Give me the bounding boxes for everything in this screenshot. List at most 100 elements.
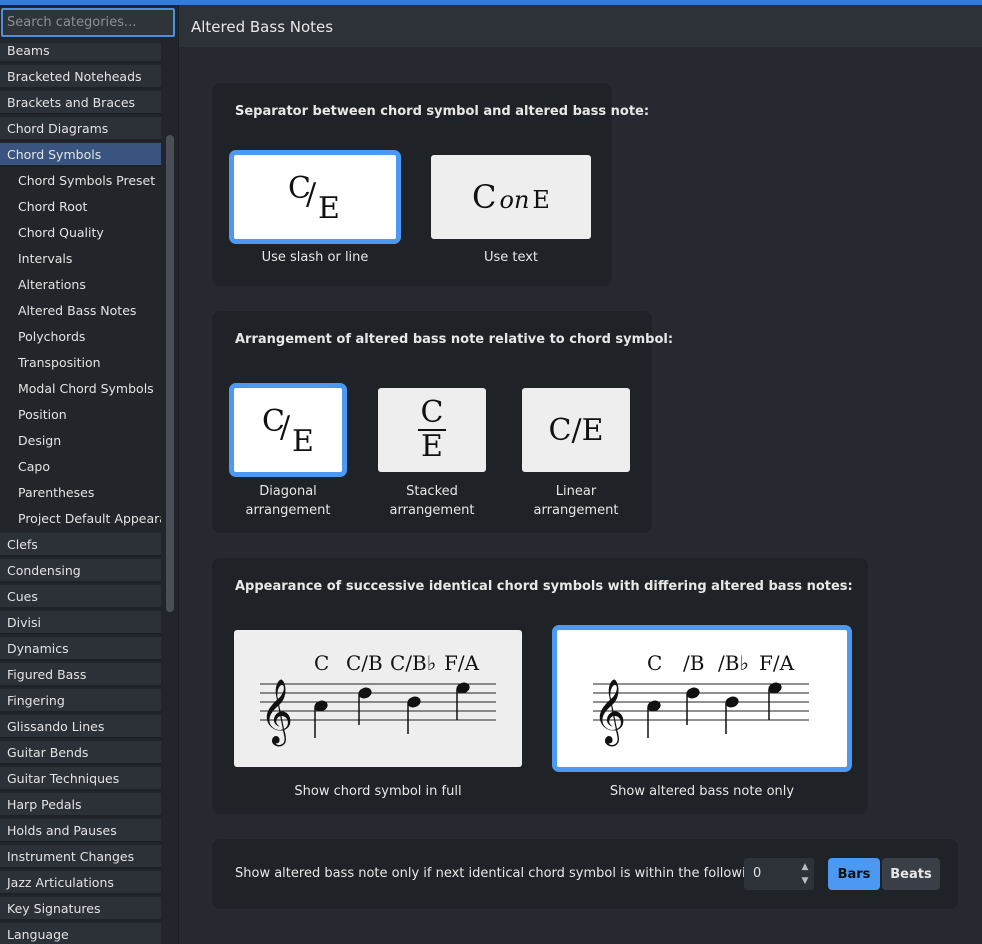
diagonal-example-bass: E (292, 424, 314, 459)
option-use-text[interactable]: C on E (431, 155, 591, 239)
main-content: Altered Bass Notes Separator between cho… (179, 5, 982, 944)
sidebar-item-guitar-techniques[interactable]: Guitar Techniques (0, 767, 161, 791)
sidebar-item-parentheses[interactable]: Parentheses (0, 481, 161, 505)
sidebar-item-project-default-appearan[interactable]: Project Default Appearan... (0, 507, 161, 531)
sidebar-item-chord-symbols[interactable]: Chord Symbols (0, 143, 161, 167)
threshold-label: Show altered bass note only if next iden… (235, 866, 767, 881)
slash-diagonal-example: C / E (280, 167, 350, 227)
category-list: Beams Bracketed Noteheads Brackets and Bra… (0, 43, 163, 944)
option-use-slash-or-line[interactable]: C / E (229, 150, 401, 244)
sidebar-item-beams[interactable]: Beams (0, 43, 161, 63)
threshold-value-spinbox[interactable]: 0 ▲ ▼ (744, 858, 814, 890)
sidebar-item-altered-bass-notes[interactable]: Altered Bass Notes (0, 299, 161, 323)
chord-symbol-2: C/B (346, 651, 383, 675)
slash-example-bass: E (318, 191, 340, 226)
linear-example: C/E (548, 412, 604, 448)
sidebar-item-modal-chord-symbols[interactable]: Modal Chord Symbols (0, 377, 161, 401)
sidebar-item-brackets-and-braces[interactable]: Brackets and Braces (0, 91, 161, 115)
bars-button[interactable]: Bars (828, 858, 880, 890)
stacked-example: C E (418, 398, 446, 462)
sidebar-item-design[interactable]: Design (0, 429, 161, 453)
sidebar-item-guitar-bends[interactable]: Guitar Bends (0, 741, 161, 765)
separator-panel-title: Separator between chord symbol and alter… (235, 104, 650, 119)
text-example-word: on (499, 186, 530, 214)
sidebar-item-figured-bass[interactable]: Figured Bass (0, 663, 161, 687)
stacked-example-bass: E (421, 429, 443, 464)
linear-label-line1: Linear (555, 484, 597, 499)
spin-up-icon[interactable]: ▲ (798, 860, 812, 874)
diagonal-label-line1: Diagonal (259, 484, 317, 499)
diagonal-example-slash: / (280, 410, 291, 445)
bass-only-staff-example: 𝄞 C /B /B♭ F/A (593, 651, 809, 746)
stacked-label-line1: Stacked (406, 484, 458, 499)
option-diagonal-arrangement[interactable]: C / E (229, 383, 347, 477)
option-show-altered-bass-note-only[interactable]: 𝄞 C /B /B♭ F/A (552, 625, 852, 772)
threshold-value[interactable]: 0 (753, 866, 761, 881)
successive-panel-title: Appearance of successive identical chord… (235, 579, 853, 594)
chord-symbols-bass-only: C /B /B♭ F/A (647, 651, 795, 675)
chord-symbol-4: F/A (759, 651, 795, 675)
sidebar-item-key-signatures[interactable]: Key Signatures (0, 897, 161, 921)
slash-example-slash: / (306, 177, 317, 212)
sidebar-item-bracketed-noteheads[interactable]: Bracketed Noteheads (0, 65, 161, 89)
chord-symbols-full: C C/B C/B♭ F/A (314, 651, 480, 675)
option-stacked-arrangement[interactable]: C E (378, 388, 486, 472)
linear-label: Linear arrangement (522, 482, 630, 520)
chord-symbol-1: C (647, 651, 662, 675)
sidebar-item-clefs[interactable]: Clefs (0, 533, 161, 557)
chord-symbol-2: /B (683, 651, 704, 675)
sidebar-scrollbar[interactable] (166, 135, 174, 612)
page-header: Altered Bass Notes (179, 5, 982, 47)
sidebar-item-chord-root[interactable]: Chord Root (0, 195, 161, 219)
sidebar-item-chord-symbols-preset[interactable]: Chord Symbols Preset (0, 169, 161, 193)
spin-down-icon[interactable]: ▼ (798, 874, 812, 888)
stacked-example-root: C (420, 395, 444, 430)
sidebar-item-fingering[interactable]: Fingering (0, 689, 161, 713)
sidebar-item-transposition[interactable]: Transposition (0, 351, 161, 375)
chord-symbol-1: C (314, 651, 329, 675)
search-categories-input[interactable] (3, 10, 173, 35)
page-title: Altered Bass Notes (191, 18, 334, 36)
sidebar-item-holds-and-pauses[interactable]: Holds and Pauses (0, 819, 161, 843)
sidebar-item-alterations[interactable]: Alterations (0, 273, 161, 297)
linear-label-line2: arrangement (533, 503, 619, 518)
treble-clef-icon: 𝄞 (593, 679, 626, 746)
search-box[interactable] (1, 8, 175, 37)
successive-chords-panel: Appearance of successive identical chord… (212, 558, 868, 814)
separator-panel: Separator between chord symbol and alter… (212, 83, 649, 286)
sidebar-item-cues[interactable]: Cues (0, 585, 161, 609)
sidebar-item-capo[interactable]: Capo (0, 455, 161, 479)
sidebar-item-glissando-lines[interactable]: Glissando Lines (0, 715, 161, 739)
beats-button[interactable]: Beats (882, 858, 940, 890)
notes-full (314, 682, 470, 738)
text-example-root: C (472, 178, 497, 216)
chord-symbol-4: F/A (444, 651, 480, 675)
arrangement-panel-title: Arrangement of altered bass note relativ… (235, 332, 674, 347)
show-full-label: Show chord symbol in full (294, 784, 462, 799)
show-bass-only-label: Show altered bass note only (609, 784, 795, 799)
sidebar-item-instrument-changes[interactable]: Instrument Changes (0, 845, 161, 869)
use-slash-label: Use slash or line (261, 250, 369, 265)
diagonal-label: Diagonal arrangement (229, 482, 347, 520)
text-separator-example: C on E (472, 178, 550, 216)
category-sidebar: BeamsBracketed NoteheadsBrackets and Bra… (0, 5, 179, 944)
sidebar-item-chord-diagrams[interactable]: Chord Diagrams (0, 117, 161, 141)
sidebar-item-condensing[interactable]: Condensing (0, 559, 161, 583)
sidebar-item-position[interactable]: Position (0, 403, 161, 427)
sidebar-item-dynamics[interactable]: Dynamics (0, 637, 161, 661)
sidebar-item-intervals[interactable]: Intervals (0, 247, 161, 271)
sidebar-item-chord-quality[interactable]: Chord Quality (0, 221, 161, 245)
threshold-panel: Show altered bass note only if next iden… (212, 839, 958, 909)
sidebar-item-polychords[interactable]: Polychords (0, 325, 161, 349)
option-show-chord-symbol-in-full[interactable]: 𝄞 C C/B C/B♭ F/A (234, 630, 522, 767)
sidebar-item-harp-pedals[interactable]: Harp Pedals (0, 793, 161, 817)
sidebar-item-divisi[interactable]: Divisi (0, 611, 161, 635)
option-linear-arrangement[interactable]: C/E (522, 388, 630, 472)
chord-symbol-3: C/B♭ (390, 651, 436, 675)
sidebar-item-jazz-articulations[interactable]: Jazz Articulations (0, 871, 161, 895)
stacked-label-line2: arrangement (389, 503, 475, 518)
chord-symbol-3: /B♭ (718, 651, 749, 675)
arrangement-panel: Arrangement of altered bass note relativ… (212, 311, 673, 533)
text-example-bass: E (532, 186, 550, 214)
sidebar-item-language[interactable]: Language (0, 923, 161, 944)
